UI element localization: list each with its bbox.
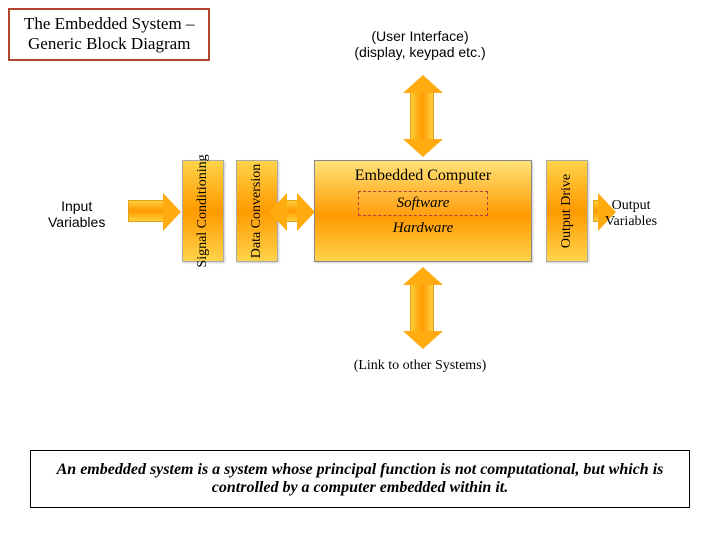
- title-line-1: The Embedded System –: [24, 14, 194, 34]
- arrow-ui-to-computer: [410, 92, 434, 140]
- signal-conditioning-text: Signal Conditioning: [195, 154, 211, 267]
- output-line-2: Variables: [605, 214, 657, 230]
- signal-conditioning-block: Signal Conditioning: [182, 160, 224, 262]
- user-interface-label: (User Interface) (display, keypad etc.): [320, 28, 520, 60]
- title-box: The Embedded System – Generic Block Diag…: [8, 8, 210, 61]
- arrow-dc-to-computer: [286, 200, 298, 222]
- output-variables-label: Output Variables: [605, 198, 657, 230]
- embedded-computer-block: Embedded Computer Software Hardware: [314, 160, 532, 262]
- arrow-input-to-sc: [128, 200, 164, 222]
- ui-label-line-2: (display, keypad etc.): [320, 44, 520, 60]
- embedded-computer-title: Embedded Computer: [315, 167, 531, 185]
- input-line-2: Variables: [48, 214, 105, 230]
- ui-label-line-1: (User Interface): [320, 28, 520, 44]
- caption-box: An embedded system is a system whose pri…: [30, 450, 690, 508]
- hardware-label: Hardware: [315, 220, 531, 237]
- output-drive-block: Output Drive: [546, 160, 588, 262]
- link-to-other-systems-label: (Link to other Systems): [320, 358, 520, 374]
- output-drive-text: Output Drive: [559, 174, 575, 248]
- input-line-1: Input: [48, 198, 105, 214]
- input-variables-label: Input Variables: [48, 198, 105, 230]
- arrow-od-to-output: [593, 200, 599, 222]
- data-conversion-text: Data Conversion: [249, 164, 265, 258]
- software-box: Software: [358, 191, 488, 216]
- title-line-2: Generic Block Diagram: [24, 34, 194, 54]
- arrow-computer-to-link: [410, 284, 434, 332]
- output-line-1: Output: [605, 198, 657, 214]
